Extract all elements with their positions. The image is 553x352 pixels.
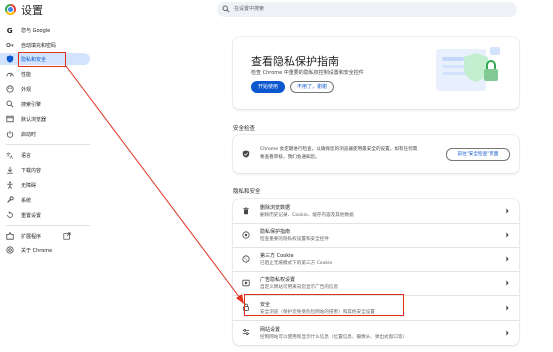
sidebar-item-label: 默认浏览器 — [21, 117, 47, 123]
safety-check-text: 要查看审核，我们会通知您。 — [260, 155, 320, 160]
row-subtitle: 已阻止无痕模式下的第三方 Cookie — [260, 261, 333, 266]
promo-title: 查看隐私保护指南 — [251, 55, 339, 68]
sidebar-item-downloads[interactable]: 下载内容 — [0, 164, 90, 176]
sidebar-item-label: 系统 — [21, 198, 32, 204]
reset-icon — [7, 211, 13, 218]
chevron-right-icon — [506, 305, 509, 311]
sidebar-privacy-highlight-box — [18, 52, 66, 67]
sidebar-divider — [6, 225, 90, 226]
row-subtitle: 控制网站可以使用和显示什么信息（位置信息、摄像头、弹出式窗口等） — [260, 335, 408, 340]
svg-text:A: A — [10, 155, 13, 159]
sidebar-item-label: 启动时 — [21, 132, 37, 138]
download-icon — [7, 166, 13, 174]
safety-check-text: Chrome 会定期进行检查，以确保您的浏览器使用最安全的设置。如有任何需 — [260, 147, 418, 152]
search-placeholder: 在设置中搜索 — [234, 6, 265, 12]
sidebar-item-label: 语言 — [21, 153, 32, 159]
sidebar-item-autofill[interactable]: 自动填充和密码 — [0, 39, 90, 51]
chevron-right-icon — [506, 208, 509, 214]
chevron-right-icon — [506, 256, 509, 262]
sidebar-item-languages[interactable]: 文 A 语言 — [0, 149, 90, 161]
privacy-guide-icon — [242, 231, 250, 239]
cookie-icon — [242, 255, 250, 263]
chevron-right-icon — [506, 330, 509, 336]
row-title: 隐私保护指南 — [260, 229, 291, 235]
key-icon — [6, 43, 14, 47]
puzzle-icon — [6, 232, 14, 240]
row-clear-browsing-data[interactable]: 删除浏览数据 删除历史记录、Cookie、缓存内容及其他数据 — [233, 199, 519, 223]
privacy-guide-illustration-icon — [436, 47, 500, 91]
browser-window-icon — [6, 115, 14, 123]
go-to-safety-check-button[interactable]: 前往"安全检查"页面 — [446, 148, 510, 161]
sidebar-item-label: 自动填充和密码 — [21, 43, 57, 49]
chevron-right-icon — [506, 232, 509, 238]
sidebar-item-label: 搜索引擎 — [21, 102, 42, 108]
row-subtitle: 检查重要的隐私权设置和安全控件 — [260, 237, 329, 242]
sidebar-item-on-startup[interactable]: 启动时 — [0, 128, 90, 140]
sidebar-item-default-browser[interactable]: 默认浏览器 — [0, 113, 90, 125]
row-privacy-guide[interactable]: 隐私保护指南 检查重要的隐私权设置和安全控件 — [233, 223, 519, 247]
accessibility-icon — [7, 181, 13, 189]
shield-icon — [6, 55, 14, 63]
get-started-button[interactable]: 开始使用 — [251, 81, 285, 93]
safety-shield-icon — [242, 150, 250, 158]
sidebar-item-performance[interactable]: 性能 — [0, 68, 90, 80]
sidebar-item-appearance[interactable]: 外观 — [0, 83, 90, 95]
promo-description: 检查 Chrome 中重要的隐私权控制设置和安全控件 — [251, 70, 364, 76]
row-ad-privacy[interactable]: 广告隐私权设置 自定义网站可用来向您显示广告的信息 — [233, 271, 519, 295]
power-icon — [6, 130, 14, 138]
row-site-settings[interactable]: 网站设置 控制网站可以使用和显示什么信息（位置信息、摄像头、弹出式窗口等） — [233, 320, 519, 345]
translate-icon: 文 A — [6, 151, 13, 159]
trash-icon — [243, 207, 249, 215]
security-row-highlight-box — [244, 294, 404, 316]
google-g-icon: G — [7, 26, 13, 34]
chrome-logo-icon — [5, 4, 16, 15]
sidebar-item-reset[interactable]: 重置设置 — [0, 209, 90, 221]
speedometer-icon — [6, 72, 14, 77]
sidebar-item-label: 您与 Google — [21, 28, 51, 34]
settings-header: 设置 在设置中搜索 — [0, 0, 553, 22]
search-icon — [222, 5, 230, 13]
row-subtitle: 删除历史记录、Cookie、缓存内容及其他数据 — [260, 213, 354, 218]
wrench-icon — [7, 196, 14, 203]
row-title: 第三方 Cookie — [260, 253, 294, 259]
safety-check-heading: 安全检查 — [233, 126, 256, 132]
safety-check-card: Chrome 会定期进行检查，以确保您的浏览器使用最安全的设置。如有任何需 要查… — [233, 135, 519, 173]
sidebar-item-label: 下载内容 — [21, 168, 42, 174]
sidebar-divider — [6, 144, 90, 145]
row-title: 广告隐私权设置 — [260, 277, 296, 283]
sidebar-item-label: 关于 Chrome — [21, 248, 53, 254]
sidebar-item-you-and-google[interactable]: G 您与 Google — [0, 24, 90, 36]
row-title: 删除浏览数据 — [260, 205, 291, 211]
site-settings-icon — [242, 329, 250, 335]
search-icon — [6, 100, 14, 108]
ad-privacy-icon — [242, 279, 250, 287]
palette-icon — [6, 85, 14, 93]
search-input[interactable]: 在设置中搜索 — [217, 2, 517, 17]
privacy-security-card: 删除浏览数据 删除历史记录、Cookie、缓存内容及其他数据 隐私保护指南 检查… — [233, 199, 519, 345]
chrome-icon — [6, 246, 14, 254]
sidebar-item-accessibility[interactable]: 无障碍 — [0, 179, 90, 191]
no-thanks-button[interactable]: 不用了，谢谢 — [290, 81, 334, 93]
sidebar-item-label: 重置设置 — [21, 213, 42, 219]
chevron-right-icon — [506, 280, 509, 286]
row-title: 网站设置 — [260, 327, 281, 333]
svg-text:G: G — [7, 26, 13, 34]
sidebar-item-label: 性能 — [21, 72, 32, 78]
sidebar-item-label: 无障碍 — [21, 183, 37, 189]
sidebar-item-search-engine[interactable]: 搜索引擎 — [0, 98, 90, 110]
sidebar-item-label: 外观 — [21, 87, 32, 93]
privacy-security-heading: 隐私和安全 — [233, 189, 261, 195]
sidebar-item-extensions[interactable]: 扩展程序 — [0, 230, 90, 242]
external-link-icon — [63, 232, 71, 240]
page-title: 设置 — [21, 4, 43, 17]
sidebar-item-label: 扩展程序 — [21, 234, 42, 240]
sidebar-item-about-chrome[interactable]: 关于 Chrome — [0, 244, 90, 256]
row-subtitle: 自定义网站可用来向您显示广告的信息 — [260, 285, 339, 290]
privacy-guide-promo-card: 查看隐私保护指南 检查 Chrome 中重要的隐私权控制设置和安全控件 开始使用… — [233, 37, 519, 109]
row-third-party-cookies[interactable]: 第三方 Cookie 已阻止无痕模式下的第三方 Cookie — [233, 247, 519, 271]
sidebar-item-system[interactable]: 系统 — [0, 194, 90, 206]
